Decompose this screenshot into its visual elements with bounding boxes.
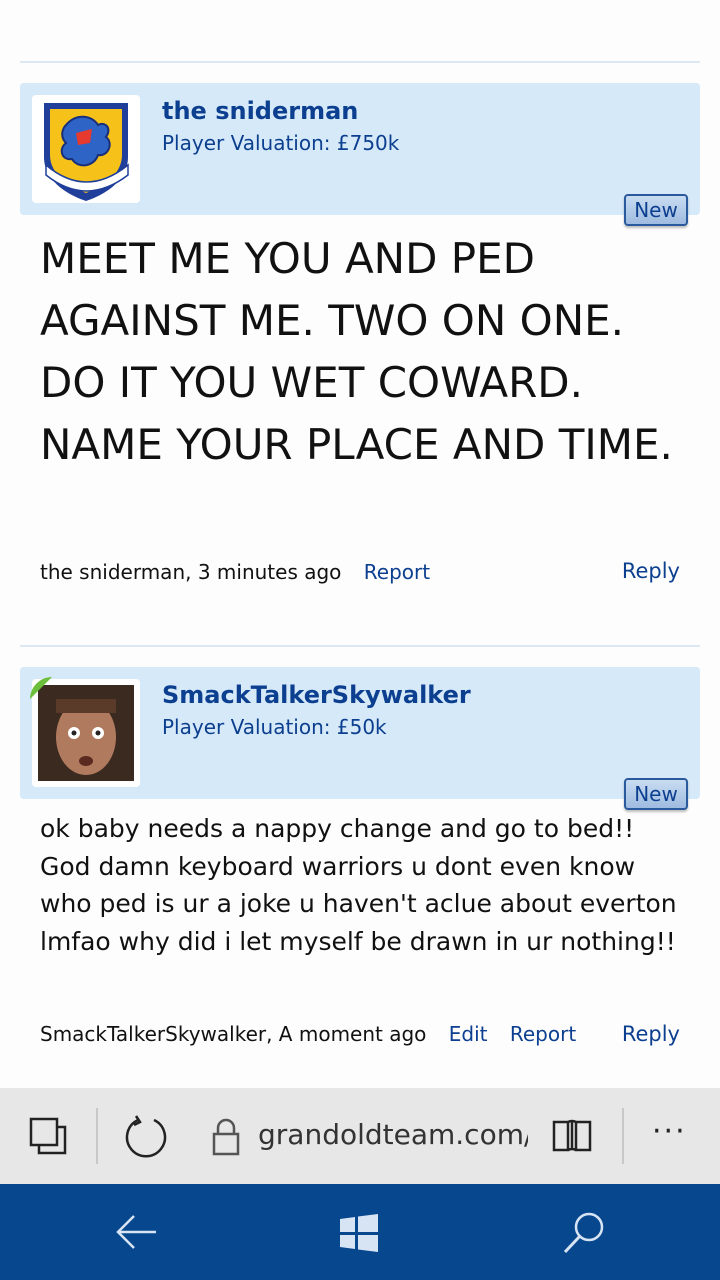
browser-address-bar: grandoldteam.com/t ··· xyxy=(0,1088,720,1184)
post-meta: SmackTalkerSkywalker, A moment ago Edit … xyxy=(40,1022,576,1046)
reply-link[interactable]: Reply xyxy=(622,559,680,583)
player-valuation: Player Valuation: £750k xyxy=(162,131,400,155)
new-badge: New xyxy=(624,778,688,810)
post-meta: the sniderman, 3 minutes ago Report xyxy=(40,560,430,584)
new-badge: New xyxy=(624,194,688,226)
post-body: ok baby needs a nappy change and go to b… xyxy=(40,814,677,956)
post-divider xyxy=(20,61,700,63)
reply-link[interactable]: Reply xyxy=(622,1022,680,1046)
username[interactable]: the sniderman xyxy=(162,97,358,125)
search-icon[interactable] xyxy=(562,1210,608,1256)
post-author-time: SmackTalkerSkywalker, A moment ago xyxy=(40,1022,427,1046)
tabs-icon[interactable] xyxy=(28,1116,68,1156)
post-author-time: the sniderman, 3 minutes ago xyxy=(40,560,342,584)
reading-view-icon[interactable] xyxy=(552,1118,592,1154)
post-header: the sniderman Player Valuation: £750k xyxy=(20,83,700,215)
lock-icon xyxy=(212,1118,240,1156)
edit-link[interactable]: Edit xyxy=(449,1022,488,1046)
windows-logo-icon[interactable] xyxy=(338,1212,380,1254)
toolbar-separator xyxy=(96,1108,98,1164)
training-wing-emblem-icon xyxy=(44,103,129,201)
username[interactable]: SmackTalkerSkywalker xyxy=(162,681,471,709)
url-field[interactable]: grandoldteam.com/t xyxy=(258,1118,528,1151)
online-indicator-icon xyxy=(30,677,52,699)
post-body: MEET ME YOU AND PED AGAINST ME. TWO ON O… xyxy=(40,234,673,469)
toolbar-separator xyxy=(622,1108,624,1164)
player-valuation: Player Valuation: £50k xyxy=(162,715,387,739)
more-icon[interactable]: ··· xyxy=(652,1114,687,1149)
post-divider xyxy=(20,645,700,647)
report-link[interactable]: Report xyxy=(510,1022,576,1046)
system-navigation-bar xyxy=(0,1184,720,1280)
report-link[interactable]: Report xyxy=(364,560,430,584)
avatar[interactable] xyxy=(32,95,140,203)
refresh-icon[interactable] xyxy=(124,1114,168,1158)
post-header: SmackTalkerSkywalker Player Valuation: £… xyxy=(20,667,700,799)
comments-feed: the sniderman Player Valuation: £750k Ne… xyxy=(0,0,720,1088)
back-arrow-icon[interactable] xyxy=(114,1212,158,1252)
